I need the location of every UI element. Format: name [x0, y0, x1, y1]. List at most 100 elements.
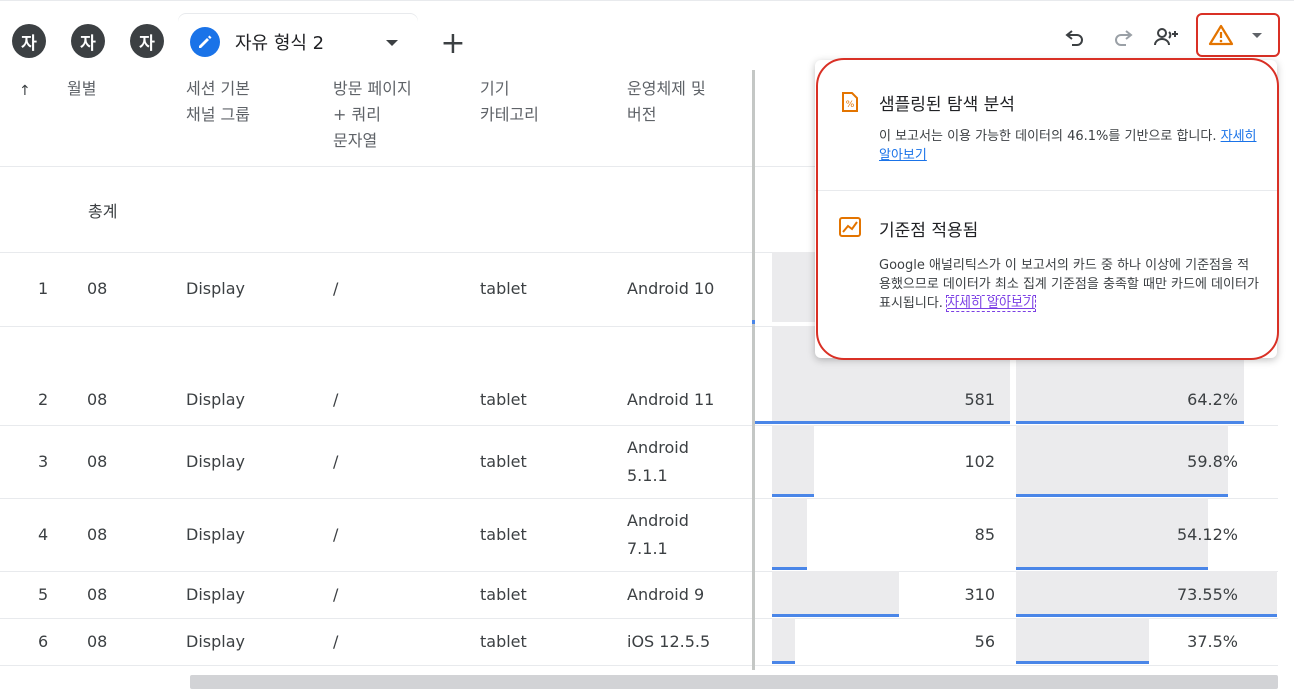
cell-device: tablet	[480, 632, 527, 651]
metric-bar	[1016, 661, 1149, 664]
cell-channel: Display	[186, 390, 245, 409]
header-line: 카테고리	[480, 105, 539, 124]
metric-bar	[772, 661, 795, 664]
sampling-title: 샘플링된 탐색 분석	[879, 95, 1015, 115]
header-line: 월별	[67, 79, 97, 98]
avatar[interactable]: 자	[12, 24, 46, 58]
top-border	[0, 0, 1294, 1]
row-index: 5	[38, 585, 49, 604]
cell-page: /	[333, 452, 339, 471]
sort-arrow-icon[interactable]: ↑	[19, 83, 31, 99]
cell-metric-1: 310	[964, 585, 995, 604]
sampling-icon: %	[842, 92, 858, 112]
cell-metric-2: 37.5%	[1187, 632, 1238, 651]
cell-metric-2: 73.55%	[1176, 585, 1238, 604]
cell-page: /	[333, 390, 339, 409]
cell-page: /	[333, 525, 339, 544]
row-index: 6	[38, 632, 49, 651]
cell-month: 08	[87, 452, 108, 471]
learn-more-link[interactable]: 자세히 알아보기	[946, 295, 1036, 312]
row-index: 4	[38, 525, 49, 544]
metric-bar-background	[772, 571, 899, 614]
cell-month: 08	[87, 525, 108, 544]
cell-os: Android 11	[627, 386, 714, 414]
metric-bar-background	[772, 425, 814, 494]
tab-label: 자유 형식 2	[235, 33, 325, 54]
cell-channel: Display	[186, 585, 245, 604]
undo-button[interactable]	[1060, 22, 1090, 52]
metric-bar	[1016, 494, 1228, 497]
cell-metric-2: 64.2%	[1187, 390, 1238, 409]
header-line: 기기	[480, 79, 510, 98]
cell-month: 08	[87, 390, 108, 409]
cell-device: tablet	[480, 525, 527, 544]
cell-month: 08	[87, 279, 108, 298]
header-device-category[interactable]: 기기 카테고리	[480, 76, 539, 128]
avatar[interactable]: 자	[130, 24, 164, 58]
cell-metric-1: 56	[974, 632, 995, 651]
share-button[interactable]	[1152, 22, 1182, 52]
row-index: 3	[38, 452, 49, 471]
header-channel-group[interactable]: 세션 기본 채널 그룹	[186, 76, 250, 128]
warnings-popup: % 샘플링된 탐색 분석 이 보고서는 이용 가능한 데이터의 46.1%를 기…	[815, 60, 1277, 358]
cell-device: tablet	[480, 279, 527, 298]
warnings-button[interactable]	[1196, 13, 1280, 57]
bar-marker	[752, 320, 755, 324]
row-index: 2	[38, 390, 49, 409]
row-index: 1	[38, 279, 49, 298]
table-row[interactable]: 3 08 Display / tablet Android 5.1.1 102 59.8%	[0, 425, 1278, 499]
chevron-down-icon	[1252, 33, 1262, 38]
table-row[interactable]: 5 08 Display / tablet Android 9 310 73.55%	[0, 571, 1278, 619]
sampling-description: 이 보고서는 이용 가능한 데이터의 46.1%를 기반으로 합니다. 자세히 …	[879, 127, 1259, 165]
cell-channel: Display	[186, 452, 245, 471]
header-landing-page[interactable]: 방문 페이지 + 쿼리 문자열	[333, 76, 412, 154]
divider	[0, 665, 1278, 666]
redo-button[interactable]	[1108, 22, 1138, 52]
svg-text:%: %	[846, 100, 855, 110]
header-line: 운영체제 및	[627, 79, 706, 98]
header-month[interactable]: 월별	[67, 76, 96, 102]
cell-metric-1: 85	[974, 525, 995, 544]
cell-os-line: 7.1.1	[627, 539, 668, 558]
cell-os-line: 5.1.1	[627, 466, 668, 485]
table-row[interactable]: 6 08 Display / tablet iOS 12.5.5 56 37.5%	[0, 618, 1278, 666]
metric-bar	[755, 421, 1010, 424]
cell-os-line: Android	[627, 511, 689, 530]
cell-os: Android 7.1.1	[627, 507, 689, 563]
horizontal-scrollbar[interactable]	[190, 675, 1278, 689]
cell-channel: Display	[186, 279, 245, 298]
threshold-text: Google 애널리틱스가 이 보고서의 카드 중 하나 이상에 기준점을 적용…	[879, 258, 1259, 311]
redo-icon	[1115, 30, 1133, 46]
cell-os-line: Android 11	[627, 390, 715, 409]
tab-freeform-2[interactable]: 자유 형식 2	[178, 14, 418, 70]
person-add-icon	[1154, 28, 1178, 46]
pencil-icon	[190, 27, 220, 57]
metric-bar	[772, 614, 899, 617]
cell-device: tablet	[480, 390, 527, 409]
cell-page: /	[333, 585, 339, 604]
sampling-text: 이 보고서는 이용 가능한 데이터의 46.1%를 기반으로 합니다.	[879, 129, 1221, 144]
metric-bar	[1016, 567, 1208, 570]
table-row[interactable]: 4 08 Display / tablet Android 7.1.1 85 54.12%	[0, 498, 1278, 572]
threshold-description: Google 애널리틱스가 이 보고서의 카드 중 하나 이상에 기준점을 적용…	[879, 256, 1261, 313]
header-line: 채널 그룹	[186, 105, 250, 124]
chevron-down-icon[interactable]	[386, 40, 398, 46]
metric-bar	[772, 494, 814, 497]
header-line: 방문 페이지	[333, 79, 412, 98]
add-tab-button[interactable]: +	[434, 24, 472, 62]
cell-os: Android 10	[627, 275, 714, 303]
metric-bar	[1016, 614, 1277, 617]
cell-device: tablet	[480, 452, 527, 471]
header-line: 문자열	[333, 131, 378, 150]
cell-metric-2: 54.12%	[1176, 525, 1238, 544]
cell-page: /	[333, 632, 339, 651]
header-os-version[interactable]: 운영체제 및 버전	[627, 76, 706, 128]
column-divider[interactable]	[752, 70, 755, 670]
total-label: 총계	[88, 202, 118, 221]
cell-page: /	[333, 279, 339, 298]
cell-device: tablet	[480, 585, 527, 604]
cell-os-line: iOS 12.5.5	[627, 632, 711, 651]
cell-month: 08	[87, 632, 108, 651]
avatar[interactable]: 자	[71, 24, 105, 58]
cell-os-line: Android	[627, 438, 689, 457]
